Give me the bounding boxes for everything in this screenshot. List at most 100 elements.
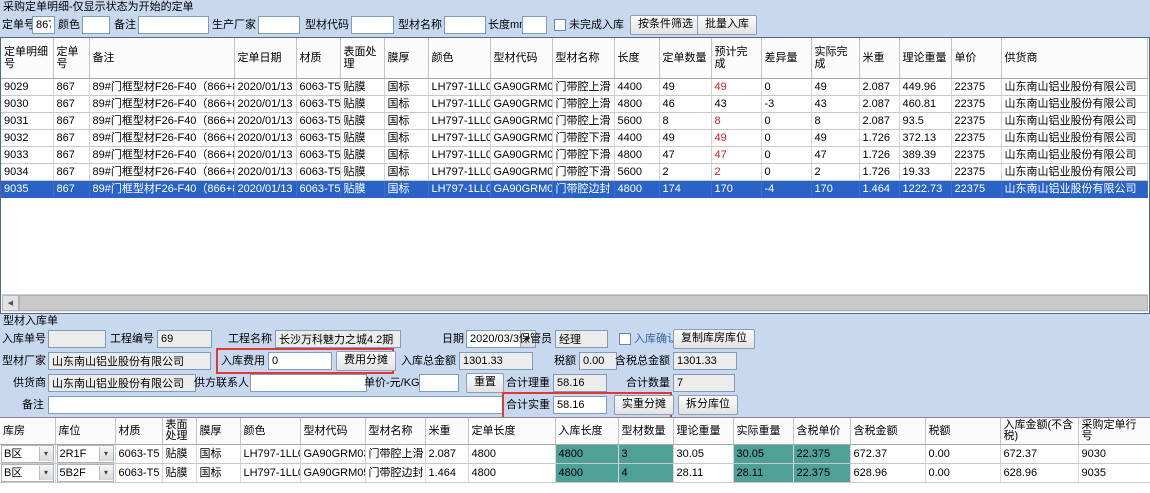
cell[interactable]: 山东南山铝业股份有限公司 [1001,181,1147,198]
cell[interactable]: 43 [711,96,761,113]
horizontal-scrollbar[interactable]: ◀ [2,294,1148,312]
cell[interactable]: 460.81 [899,96,951,113]
cell[interactable]: -4 [761,181,811,198]
cell[interactable]: 门带腔下滑 [552,147,614,164]
cell[interactable]: 47 [659,147,711,164]
cell[interactable]: 0.00 [925,445,1000,464]
cell[interactable]: 28.11 [733,464,793,483]
cell[interactable]: GA90GRM03 [490,96,552,113]
table-row[interactable]: B区▾5B2F▾6063-T5贴膜国标LH797-1LL0GA90GRM05门带… [0,464,1150,483]
cell[interactable]: 山东南山铝业股份有限公司 [1001,130,1147,147]
cell[interactable]: LH797-1LL0 [240,445,300,464]
cell[interactable]: 1.726 [859,130,899,147]
reset-button[interactable]: 重置 [466,373,504,393]
cell[interactable]: 1222.73 [899,181,951,198]
cell[interactable]: GA90GRM03 [490,79,552,96]
cell[interactable]: 19.33 [899,164,951,181]
cell[interactable]: 山东南山铝业股份有限公司 [1001,79,1147,96]
cell[interactable]: 2020/01/13 [234,113,296,130]
cell[interactable]: 山东南山铝业股份有限公司 [1001,147,1147,164]
cell[interactable]: GA90GRM05 [300,464,365,483]
cell[interactable]: 国标 [384,113,428,130]
total-actual-input[interactable] [553,396,607,414]
profile-name-filter-input[interactable] [444,16,486,34]
factory-input[interactable] [48,352,211,370]
cell[interactable]: 2R1F▾ [55,445,115,464]
cell[interactable]: 1.726 [859,164,899,181]
cell[interactable]: 672.37 [850,445,925,464]
cell[interactable]: 170 [811,181,859,198]
cell[interactable]: 3 [618,445,673,464]
cell[interactable]: 山东南山铝业股份有限公司 [1001,113,1147,130]
cell[interactable]: LH797-1LL0 [428,130,490,147]
cell[interactable]: 49 [811,79,859,96]
cell[interactable]: 2 [659,164,711,181]
cell[interactable]: 43 [811,96,859,113]
cell[interactable]: 8 [711,113,761,130]
cell[interactable]: 89#门框型材F26-F40（866+867） [89,79,234,96]
cell[interactable]: 6063-T5 [296,113,340,130]
confirm-checkbox[interactable] [619,333,631,345]
cell[interactable]: 4800 [555,445,618,464]
cell[interactable]: 867 [53,113,89,130]
cell[interactable]: 628.96 [850,464,925,483]
cell[interactable]: 2020/01/13 [234,79,296,96]
cell[interactable]: 国标 [384,96,428,113]
cell[interactable]: 49 [811,130,859,147]
unit-price-input[interactable] [419,374,459,392]
cell[interactable]: 9035 [1078,464,1150,483]
table-row[interactable]: B区▾2R1F▾6063-T5贴膜国标LH797-1LL0GA90GRM03门带… [0,445,1150,464]
cell[interactable]: 9030 [1078,445,1150,464]
cell[interactable]: 49 [711,79,761,96]
cell[interactable]: 2 [811,164,859,181]
cell[interactable]: 贴膜 [162,464,196,483]
cell[interactable]: GA90GRM05 [490,181,552,198]
cell[interactable]: 5600 [614,164,659,181]
cell[interactable]: 867 [53,181,89,198]
cell[interactable]: 47 [811,147,859,164]
cell[interactable]: 门带腔下滑 [552,130,614,147]
cell[interactable]: 国标 [196,464,240,483]
cell[interactable]: 4800 [468,464,555,483]
cell[interactable]: 0 [761,79,811,96]
cell[interactable]: 9034 [1,164,53,181]
cell[interactable]: 89#门框型材F26-F40（866+867） [89,181,234,198]
cell[interactable]: 门带腔上滑 [365,445,425,464]
cell[interactable]: 22375 [951,113,1001,130]
cell[interactable]: 22375 [951,164,1001,181]
cell[interactable]: GA90GRM04 [490,130,552,147]
cell[interactable]: 山东南山铝业股份有限公司 [1001,164,1147,181]
cell[interactable]: B区▾ [0,445,55,464]
cell[interactable]: 174 [659,181,711,198]
cell[interactable]: 867 [53,79,89,96]
cell[interactable]: 6063-T5 [296,181,340,198]
cell[interactable]: 国标 [384,147,428,164]
cell[interactable]: 2.087 [859,113,899,130]
cell[interactable]: 6063-T5 [296,164,340,181]
cell[interactable]: 贴膜 [340,79,384,96]
cell[interactable]: 4400 [614,130,659,147]
cell[interactable]: 门带腔上滑 [552,96,614,113]
cell[interactable]: 8 [811,113,859,130]
batch-stock-in-button[interactable]: 批量入库 [697,15,757,35]
remark-filter-input[interactable] [138,16,209,34]
cell[interactable]: 0 [761,130,811,147]
cell[interactable]: 2020/01/13 [234,130,296,147]
cell[interactable]: 国标 [384,79,428,96]
cell[interactable]: 5B2F▾ [55,464,115,483]
cell[interactable]: 89#门框型材F26-F40（866+867） [89,147,234,164]
cell[interactable]: 国标 [384,164,428,181]
chevron-down-icon[interactable]: ▾ [99,447,113,461]
cell[interactable]: 449.96 [899,79,951,96]
total-theory-input[interactable] [553,374,607,392]
cell[interactable]: 贴膜 [340,164,384,181]
cell[interactable]: 28.11 [673,464,733,483]
cell[interactable]: 2020/01/13 [234,147,296,164]
cell[interactable]: 22375 [951,147,1001,164]
keeper-input[interactable] [555,330,608,348]
table-row[interactable]: 902986789#门框型材F26-F40（866+867）2020/01/13… [1,79,1147,96]
cell[interactable]: 0.00 [925,464,1000,483]
fee-allocate-button[interactable]: 费用分摊 [336,351,396,371]
split-location-button[interactable]: 拆分库位 [678,395,738,415]
cell[interactable]: 22375 [951,130,1001,147]
